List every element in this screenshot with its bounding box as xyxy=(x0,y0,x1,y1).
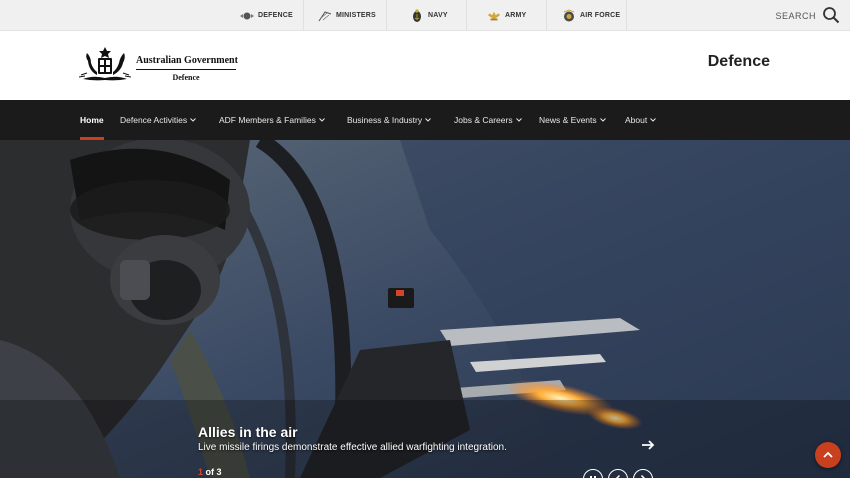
service-label: MINISTERS xyxy=(336,12,376,19)
site-title: Defence xyxy=(707,53,770,70)
service-label: NAVY xyxy=(428,12,448,19)
services-bar: DEFENCE MINISTERS NAVY ARMY AIR FORCE SE… xyxy=(0,0,850,31)
carousel-next-button[interactable] xyxy=(633,469,653,478)
government-name: Australian Government xyxy=(136,55,238,66)
nav-item-jobs-careers[interactable]: Jobs & Careers xyxy=(454,100,522,140)
nav-item-label: Home xyxy=(80,115,104,125)
pause-icon xyxy=(590,476,596,478)
ministers-icon xyxy=(318,9,332,23)
service-link-navy[interactable]: NAVY xyxy=(410,0,448,31)
hero-subtitle: Live missile firings demonstrate effecti… xyxy=(198,442,507,453)
department-name: Defence xyxy=(172,73,200,82)
service-link-ministers[interactable]: MINISTERS xyxy=(318,0,376,31)
service-link-air-force[interactable]: AIR FORCE xyxy=(562,0,620,31)
site-header: Australian Government Defence Defence xyxy=(0,31,850,100)
back-to-top-button[interactable] xyxy=(815,442,841,468)
carousel-controls xyxy=(583,469,653,478)
nav-item-news-events[interactable]: News & Events xyxy=(539,100,606,140)
nav-item-label: News & Events xyxy=(539,115,597,125)
hero-title: Allies in the air xyxy=(198,424,298,440)
search-label: SEARCH xyxy=(775,10,816,21)
service-link-army[interactable]: ARMY xyxy=(487,0,526,31)
chevron-down-icon xyxy=(515,118,522,122)
chevron-up-icon xyxy=(823,451,833,458)
nav-item-label: About xyxy=(625,115,648,125)
nav-item-label: Jobs & Careers xyxy=(454,115,513,125)
carousel-pause-button[interactable] xyxy=(583,469,603,478)
australian-government-logo[interactable]: Australian Government Defence xyxy=(79,45,239,87)
navy-badge-icon xyxy=(410,8,424,23)
chevron-down-icon xyxy=(318,118,325,122)
nav-item-label: Defence Activities xyxy=(120,115,188,125)
main-navigation: Home Defence Activities ADF Members & Fa… xyxy=(0,100,850,140)
army-badge-icon xyxy=(487,9,501,23)
chevron-down-icon xyxy=(425,118,431,122)
chevron-left-icon xyxy=(615,474,621,478)
service-label: ARMY xyxy=(505,12,527,19)
hero-image xyxy=(0,140,850,478)
chevron-down-icon xyxy=(599,118,606,122)
hero-carousel: Allies in the air Live missile firings d… xyxy=(0,140,850,478)
service-link-defence[interactable]: DEFENCE xyxy=(240,0,293,31)
coat-of-arms-icon xyxy=(79,47,131,81)
nav-item-business-industry[interactable]: Business & Industry xyxy=(347,100,431,140)
chevron-down-icon xyxy=(190,118,196,122)
nav-item-home[interactable]: Home xyxy=(80,100,104,140)
nav-item-adf-members-families[interactable]: ADF Members & Families xyxy=(219,100,325,140)
chevron-down-icon xyxy=(650,118,657,122)
search-button[interactable]: SEARCH xyxy=(775,0,840,31)
pager-total: 3 xyxy=(216,467,222,477)
air-force-badge-icon xyxy=(562,8,576,23)
search-icon xyxy=(822,6,840,26)
pager-of: of xyxy=(205,467,215,477)
defence-crest-icon xyxy=(240,9,254,23)
carousel-pager: 1 of 3 xyxy=(198,467,222,477)
nav-item-label: Business & Industry xyxy=(347,115,423,125)
nav-item-defence-activities[interactable]: Defence Activities xyxy=(120,100,196,140)
pager-current: 1 xyxy=(198,467,204,477)
arrow-right-icon xyxy=(642,440,655,450)
service-label: DEFENCE xyxy=(258,12,293,19)
nav-item-label: ADF Members & Families xyxy=(219,115,316,125)
nav-item-about[interactable]: About xyxy=(625,100,657,140)
carousel-prev-button[interactable] xyxy=(608,469,628,478)
service-label: AIR FORCE xyxy=(580,12,621,19)
chevron-right-icon xyxy=(640,474,646,478)
logo-divider xyxy=(136,69,236,70)
hero-read-more-arrow[interactable] xyxy=(640,438,656,452)
